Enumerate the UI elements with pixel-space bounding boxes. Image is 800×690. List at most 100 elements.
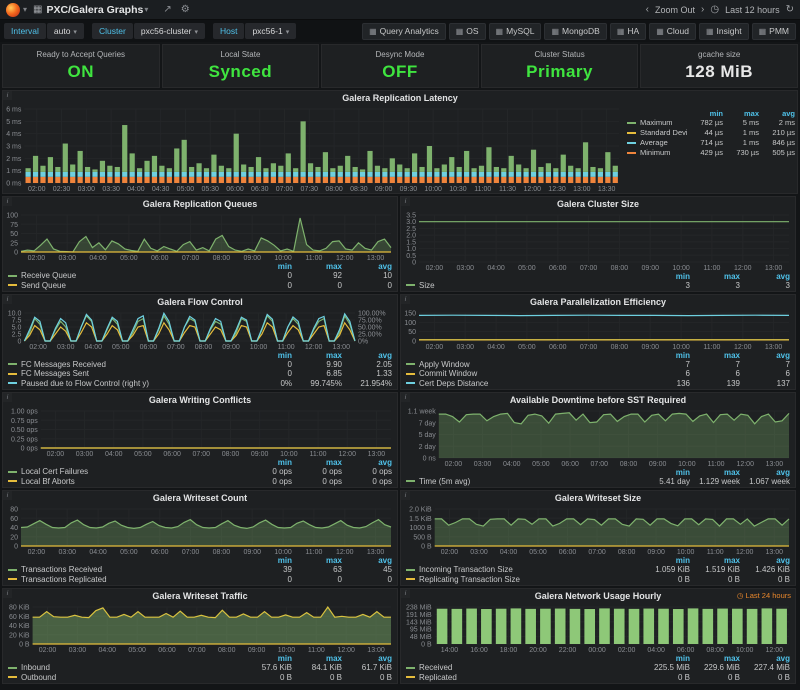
dashboard-picker-caret-icon[interactable]: ▾: [144, 5, 148, 14]
panel-title[interactable]: Galera Writeset Traffic: [152, 591, 247, 601]
svg-text:12:30: 12:30: [548, 186, 566, 193]
panel-info-icon[interactable]: i: [3, 295, 12, 304]
panel-legend: minmaxavgFC Messages Received09.902.05FC…: [3, 351, 397, 390]
legend-series-label[interactable]: Replicating Transaction Size: [419, 575, 640, 585]
stat-title[interactable]: Local State: [220, 50, 260, 59]
dashboard-link-cloud[interactable]: ▦Cloud: [649, 23, 696, 40]
stat-panel-desync-mode: Desync ModeOFF: [321, 44, 479, 88]
legend-series-label[interactable]: Cert Deps Distance: [419, 379, 640, 389]
legend-value-avg: 0 ops: [342, 477, 392, 487]
stat-title[interactable]: Desync Mode: [376, 50, 425, 59]
panel-info-icon[interactable]: i: [401, 589, 410, 598]
panel-legend: minmaxavgReceived225.5 MiB229.6 MiB227.4…: [401, 654, 795, 683]
legend-col-avg: avg: [342, 556, 392, 565]
svg-text:0 ops: 0 ops: [21, 446, 39, 453]
dashboard-link-mysql[interactable]: ▦MySQL: [489, 23, 542, 40]
legend-series-label[interactable]: Transactions Received: [21, 565, 242, 575]
share-icon[interactable]: ↗: [163, 4, 171, 15]
legend-series-label[interactable]: Minimum: [640, 148, 687, 158]
legend-series-label[interactable]: Replicated: [419, 673, 640, 683]
legend-series-label[interactable]: Average: [640, 138, 687, 148]
template-var-value[interactable]: pxc56-1▾: [245, 23, 296, 39]
panel-title[interactable]: Galera Writing Conflicts: [149, 395, 251, 405]
time-forward-chevron-icon[interactable]: ›: [701, 4, 704, 15]
dashboard-link-os[interactable]: ▦OS: [449, 23, 486, 40]
legend-series-label[interactable]: Transactions Replicated: [21, 575, 242, 585]
svg-text:1.5 KiB: 1.5 KiB: [409, 516, 432, 523]
dashboard-link-ha[interactable]: ▦HA: [610, 23, 646, 40]
dashboard-link-mongodb[interactable]: ▦MongoDB: [544, 23, 606, 40]
panel-info-icon[interactable]: i: [3, 393, 12, 402]
dashboard-link-pmm[interactable]: ▦PMM: [752, 23, 796, 40]
legend-series-label[interactable]: Apply Window: [419, 360, 640, 370]
legend-series-label[interactable]: FC Messages Sent: [21, 369, 242, 379]
template-var-value[interactable]: auto▾: [47, 23, 84, 39]
panel-title[interactable]: Galera Replication Latency: [342, 93, 458, 103]
stat-title[interactable]: Cluster Status: [534, 50, 584, 59]
legend-series-label[interactable]: Received: [419, 663, 640, 673]
chevron-down-icon: ▾: [73, 29, 77, 36]
svg-text:04:00: 04:00: [503, 461, 521, 468]
dashboard-title[interactable]: PXC/Galera Graphs: [46, 4, 143, 16]
legend-series-label[interactable]: Commit Window: [419, 369, 640, 379]
svg-text:02:00: 02:00: [28, 255, 46, 262]
panel-info-icon[interactable]: i: [401, 295, 410, 304]
legend-series-label[interactable]: Standard Deviation: [640, 128, 687, 138]
svg-text:2 ms: 2 ms: [6, 156, 22, 163]
time-back-chevron-icon[interactable]: ‹: [646, 4, 649, 15]
template-var-value[interactable]: pxc56-cluster▾: [134, 23, 205, 39]
svg-text:13:30: 13:30: [598, 186, 616, 193]
legend-series-label[interactable]: Local Cert Failures: [21, 467, 242, 477]
legend-series-label[interactable]: Inbound: [21, 663, 242, 673]
dashboard-link-insight[interactable]: ▦Insight: [699, 23, 749, 40]
chart-writeset-traffic: 0 B20 KiB40 KiB60 KiB80 KiB02:0003:0004:…: [3, 603, 397, 654]
panel-writeset-count: iGalera Writeset Count02040608002:0003:0…: [2, 490, 398, 586]
stat-title[interactable]: gcache size: [698, 50, 740, 59]
legend-series-label[interactable]: Local Bf Aborts: [21, 477, 242, 487]
legend-series-label[interactable]: Receive Queue: [21, 271, 242, 281]
zoom-out-button[interactable]: Zoom Out: [655, 5, 695, 15]
panel-title[interactable]: Galera Network Usage Hourly: [535, 591, 662, 601]
panel-info-icon[interactable]: i: [401, 393, 410, 402]
panel-title[interactable]: Galera Cluster Size: [557, 199, 639, 209]
legend-value-avg: 7: [740, 360, 790, 370]
legend-col-avg: avg: [740, 468, 790, 477]
svg-text:13:00: 13:00: [573, 186, 591, 193]
panel-time-override-label: Last 24 hours: [746, 591, 791, 600]
svg-text:06:00: 06:00: [140, 344, 158, 351]
legend-series-label[interactable]: Outbound: [21, 673, 242, 683]
legend-series-label[interactable]: Send Queue: [21, 281, 242, 291]
panel-title[interactable]: Galera Writeset Count: [153, 493, 247, 503]
panel-info-icon[interactable]: i: [3, 589, 12, 598]
time-range-picker[interactable]: Last 12 hours: [725, 5, 780, 15]
legend-series-label[interactable]: FC Messages Received: [21, 360, 242, 370]
grafana-logo[interactable]: [6, 3, 20, 17]
panel-title[interactable]: Galera Flow Control: [157, 297, 243, 307]
panel-title[interactable]: Available Downtime before SST Required: [510, 395, 686, 405]
legend-series-label[interactable]: Paused due to Flow Control (right y): [21, 379, 242, 389]
legend-series-label[interactable]: Size: [419, 281, 640, 291]
panel-info-icon[interactable]: i: [3, 91, 12, 100]
panel-info-icon[interactable]: i: [3, 491, 12, 500]
stat-title[interactable]: Ready to Accept Queries: [37, 50, 126, 59]
svg-text:09:30: 09:30: [400, 186, 418, 193]
org-switch-caret-icon[interactable]: ▾: [23, 5, 27, 14]
legend-series-label[interactable]: Time (5m avg): [419, 477, 640, 487]
legend-value-avg: 1.067 week: [740, 477, 790, 487]
svg-text:4 ms: 4 ms: [6, 131, 22, 138]
legend-series-label[interactable]: Incoming Transaction Size: [419, 565, 640, 575]
panel-info-icon[interactable]: i: [3, 197, 12, 206]
svg-text:08:00: 08:00: [706, 647, 724, 654]
panel-title[interactable]: Galera Replication Queues: [143, 199, 258, 209]
settings-gear-icon[interactable]: ⚙: [181, 4, 190, 15]
panel-title[interactable]: Galera Parallelization Efficiency: [530, 297, 666, 307]
legend-col-avg: avg: [740, 654, 790, 663]
panel-info-icon[interactable]: i: [401, 491, 410, 500]
dashboard-link-query-analytics[interactable]: ▦Query Analytics: [362, 23, 446, 40]
panel-info-icon[interactable]: i: [401, 197, 410, 206]
panel-title[interactable]: Galera Writeset Size: [555, 493, 641, 503]
svg-text:75.00%: 75.00%: [358, 318, 382, 325]
dashboard-link-label: MongoDB: [562, 26, 600, 36]
refresh-icon[interactable]: ↻: [786, 4, 794, 15]
legend-series-label[interactable]: Maximum: [640, 118, 687, 128]
